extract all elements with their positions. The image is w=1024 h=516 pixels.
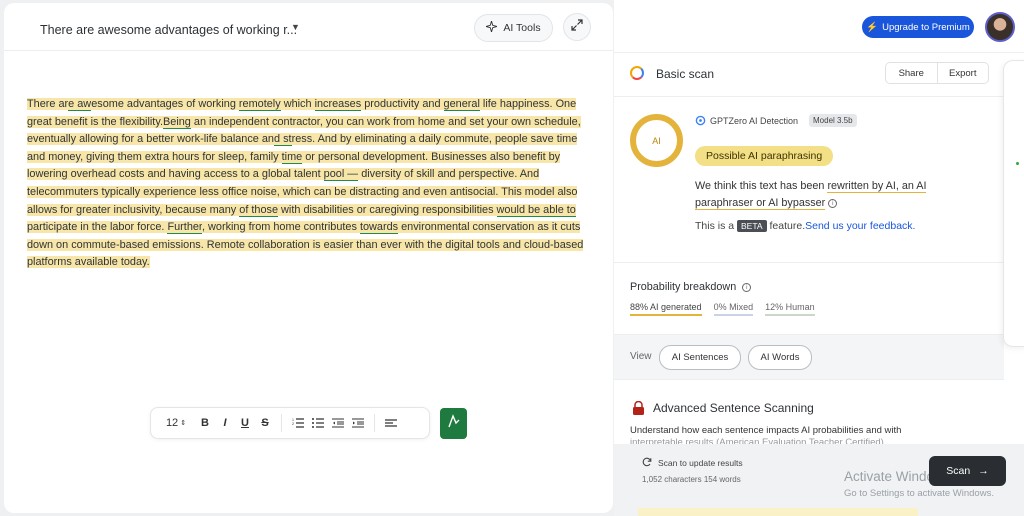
beta-badge: BETA bbox=[737, 220, 767, 232]
gptzero-logo-icon bbox=[630, 66, 644, 80]
prob-human: 12% Human bbox=[765, 302, 815, 316]
chevron-down-icon[interactable]: ▼ bbox=[291, 22, 300, 32]
expand-icon bbox=[571, 18, 583, 36]
verdict-badge: Possible AI paraphrasing bbox=[695, 146, 834, 166]
text-segment: which bbox=[280, 98, 315, 110]
beta-line: This is a BETA feature.Send us your feed… bbox=[695, 220, 915, 232]
refresh-icon bbox=[642, 457, 652, 469]
text-segment: , working from home contributes bbox=[201, 221, 360, 234]
pen-tool-button[interactable] bbox=[440, 408, 467, 439]
avatar[interactable] bbox=[985, 12, 1015, 42]
editor-pane: There are awesome advantages of working … bbox=[4, 3, 613, 513]
arrow-right-icon: → bbox=[978, 465, 989, 477]
probability-title-text: Probability breakdown bbox=[630, 281, 737, 293]
detector-name: GPTZero AI Detection bbox=[710, 116, 799, 126]
panel-title: Basic scan bbox=[656, 67, 715, 81]
text-segment: with disabilities or caregiving responsi… bbox=[278, 203, 497, 216]
document-title[interactable]: There are awesome advantages of working … bbox=[40, 23, 297, 37]
ring-label: AI bbox=[652, 135, 661, 146]
divider bbox=[614, 52, 1024, 53]
info-icon[interactable]: i bbox=[828, 198, 838, 208]
align-icon[interactable] bbox=[381, 413, 401, 433]
toolbar-separator bbox=[281, 414, 282, 432]
upgrade-button[interactable]: ⚡ Upgrade to Premium bbox=[862, 16, 974, 38]
text-segment: life happiness. bbox=[479, 98, 556, 110]
share-export-group: Share Export bbox=[885, 62, 989, 84]
text-segment: esome advantages of working bbox=[91, 98, 239, 110]
flagged-phrase[interactable]: would be able to bbox=[496, 203, 576, 217]
pen-icon bbox=[447, 413, 461, 434]
sparkle-icon bbox=[484, 19, 500, 35]
side-card[interactable] bbox=[1003, 60, 1024, 347]
strikethrough-button[interactable]: S bbox=[255, 413, 275, 433]
ai-score-ring: AI bbox=[630, 114, 683, 167]
document-body[interactable]: There are awesome advantages of working … bbox=[27, 96, 593, 272]
export-button[interactable]: Export bbox=[938, 63, 989, 83]
ai-words-button[interactable]: AI Words bbox=[748, 345, 812, 370]
highlight-strip bbox=[638, 508, 918, 516]
prob-mixed: 0% Mixed bbox=[713, 302, 754, 316]
italic-button[interactable]: I bbox=[215, 413, 235, 433]
bullet-list-icon[interactable] bbox=[308, 413, 328, 433]
flagged-phrase[interactable]: e aw bbox=[68, 98, 92, 111]
ai-tools-label: AI Tools bbox=[503, 22, 541, 34]
stepper-icon: ⇕ bbox=[180, 420, 187, 427]
flagged-phrase[interactable]: of those bbox=[239, 203, 279, 217]
detector-icon bbox=[695, 115, 706, 129]
flagged-phrase[interactable]: d st bbox=[274, 133, 292, 147]
flagged-phrase[interactable]: towards bbox=[359, 221, 399, 235]
scan-note-text: Scan to update results bbox=[658, 458, 743, 468]
flagged-phrase[interactable]: Being bbox=[163, 115, 191, 129]
divider bbox=[4, 50, 613, 51]
format-toolbar: 12 ⇕ B I U S 12 bbox=[150, 407, 430, 439]
flagged-phrase[interactable]: general bbox=[443, 98, 480, 111]
flagged-phrase[interactable]: time bbox=[281, 150, 303, 164]
results-panel: ⚡ Upgrade to Premium Basic scan Share Ex… bbox=[614, 0, 1024, 516]
scan-count: 1,052 characters 154 words bbox=[642, 475, 741, 484]
activate-windows-sub: Go to Settings to activate Windows. bbox=[844, 488, 994, 499]
numbered-list-icon[interactable]: 12 bbox=[288, 413, 308, 433]
ai-sentences-button[interactable]: AI Sentences bbox=[659, 345, 741, 370]
info-icon[interactable]: i bbox=[742, 282, 752, 292]
probability-title: Probability breakdown i bbox=[630, 281, 752, 293]
flagged-phrase[interactable]: increases bbox=[314, 98, 362, 111]
verdict-explanation: We think this text has been rewritten by… bbox=[695, 178, 965, 212]
text-segment: There ar bbox=[27, 98, 69, 110]
indent-icon[interactable] bbox=[348, 413, 368, 433]
advanced-scan-title: Advanced Sentence Scanning bbox=[653, 401, 814, 415]
beta-suffix: feature. bbox=[766, 220, 806, 232]
ai-tools-button[interactable]: AI Tools bbox=[474, 14, 553, 42]
model-badge: Model 3.5b bbox=[809, 114, 857, 127]
text-segment: participate in the labor force. bbox=[27, 221, 168, 234]
font-size-select[interactable]: 12 ⇕ bbox=[163, 413, 189, 433]
probability-breakdown: 88% AI generated 0% Mixed 12% Human bbox=[630, 302, 815, 316]
divider bbox=[614, 96, 1004, 97]
feedback-link[interactable]: Send us your feedback. bbox=[805, 220, 915, 232]
scan-note: Scan to update results bbox=[642, 457, 743, 469]
outdent-icon[interactable] bbox=[328, 413, 348, 433]
lightning-icon: ⚡ bbox=[866, 21, 879, 33]
explain-text: We think this text has been bbox=[695, 180, 828, 192]
expand-button[interactable] bbox=[563, 13, 591, 41]
beta-prefix: This is a bbox=[695, 220, 738, 232]
toolbar-separator bbox=[374, 414, 375, 432]
lock-icon bbox=[632, 400, 645, 415]
status-dot bbox=[1016, 162, 1019, 165]
font-size-value: 12 bbox=[165, 417, 179, 429]
share-button[interactable]: Share bbox=[886, 63, 938, 83]
scan-button[interactable]: Scan → bbox=[929, 456, 1006, 486]
prob-ai: 88% AI generated bbox=[630, 302, 702, 316]
flagged-phrase[interactable]: Further bbox=[167, 221, 202, 235]
bold-button[interactable]: B bbox=[195, 413, 215, 433]
upgrade-label: Upgrade to Premium bbox=[882, 21, 970, 33]
view-label: View bbox=[630, 351, 652, 362]
flagged-phrase[interactable]: pool — bbox=[323, 168, 359, 182]
underline-button[interactable]: U bbox=[235, 413, 255, 433]
text-segment: productivity and bbox=[361, 98, 444, 110]
svg-text:2: 2 bbox=[292, 422, 294, 426]
scan-label: Scan bbox=[946, 465, 971, 477]
flagged-phrase[interactable]: remotely bbox=[238, 98, 281, 111]
divider bbox=[614, 262, 1004, 263]
